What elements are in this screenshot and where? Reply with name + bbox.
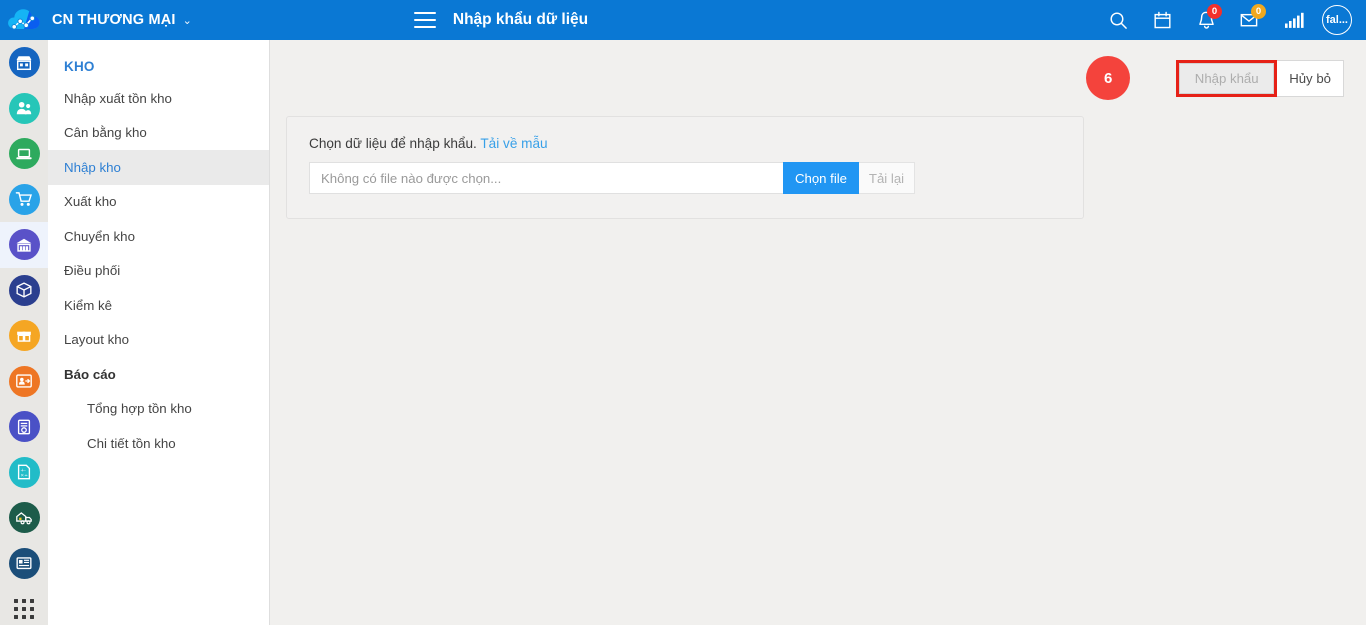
- card-instruction: Chọn dữ liệu để nhập khẩu. Tải về mẫu: [309, 136, 1061, 151]
- news-report-icon: [8, 547, 40, 579]
- app-logo[interactable]: [0, 0, 48, 40]
- rail-item-delivery[interactable]: [0, 495, 48, 541]
- reload-button[interactable]: Tải lại: [859, 162, 915, 194]
- chevron-down-icon: ⌄: [182, 14, 192, 27]
- sidebar-item-nhap-xuat-ton-kho[interactable]: Nhập xuất tồn kho: [48, 81, 269, 116]
- avatar-label: fal...: [1325, 14, 1348, 26]
- sidebar-item-can-bang-kho[interactable]: Cân bằng kho: [48, 116, 269, 151]
- shopping-cart-icon: [8, 183, 40, 215]
- warehouse-icon: [8, 229, 40, 261]
- sidebar-item-chuyen-kho[interactable]: Chuyển kho: [48, 219, 269, 254]
- bell-icon[interactable]: 0: [1184, 0, 1228, 40]
- hamburger-line: [413, 12, 436, 14]
- rail-item-hr[interactable]: [0, 359, 48, 405]
- card-instruction-text: Chọn dữ liệu để nhập khẩu.: [309, 136, 477, 151]
- action-button-bar: 6 Nhập khẩu Hủy bỏ: [1086, 56, 1344, 100]
- sidebar-item-label: Cân bằng kho: [64, 125, 147, 141]
- sidebar-item-label: Chi tiết tồn kho: [87, 435, 176, 451]
- file-picker-row: Không có file nào được chọn... Chọn file…: [309, 162, 915, 194]
- rail-item-reports[interactable]: [0, 541, 48, 587]
- step-badge: 6: [1086, 56, 1131, 100]
- grid-dots-icon[interactable]: [0, 586, 48, 625]
- calculator-icon: +- ×÷: [8, 456, 40, 488]
- signal-bars-icon[interactable]: [1272, 0, 1316, 40]
- download-template-link[interactable]: Tải về mẫu: [480, 136, 547, 151]
- sidebar-item-label: Kiểm kê: [64, 297, 113, 313]
- laptop-icon: [8, 138, 40, 170]
- sidebar-item-kiem-ke[interactable]: Kiểm kê: [48, 288, 269, 323]
- sidebar-item-nhap-kho[interactable]: Nhập kho: [48, 150, 269, 185]
- rail-item-pos[interactable]: [0, 131, 48, 177]
- page-title: Nhập khẩu dữ liệu: [452, 11, 589, 28]
- main-content-area: 6 Nhập khẩu Hủy bỏ Chọn dữ liệu để nhập …: [270, 40, 1366, 625]
- box-icon: [8, 274, 40, 306]
- org-name-label: CN THƯƠNG MẠI: [52, 12, 176, 28]
- sidebar-item-label: Chuyển kho: [64, 228, 135, 244]
- rail-item-customers[interactable]: [0, 86, 48, 132]
- hamburger-line: [413, 26, 436, 28]
- rail-item-accounting[interactable]: +- ×÷: [0, 450, 48, 496]
- header-actions: 0 0 fal...: [1096, 0, 1366, 40]
- org-selector[interactable]: CN THƯƠNG MẠI ⌄: [48, 12, 192, 28]
- sidebar-item-label: Tổng hợp tồn kho: [87, 401, 192, 417]
- user-arrow-icon: [8, 365, 40, 397]
- document-clock-icon: [8, 411, 40, 443]
- envelope-badge-count: 0: [1251, 4, 1266, 19]
- package-open-icon: [8, 320, 40, 352]
- search-glyph: [1109, 11, 1127, 29]
- rail-item-products[interactable]: [0, 268, 48, 314]
- calendar-icon[interactable]: [1140, 0, 1184, 40]
- sidebar-item-label: Nhập kho: [64, 159, 121, 175]
- sidebar-section-bao-cao: Báo cáo: [48, 357, 269, 392]
- rail-item-documents[interactable]: [0, 404, 48, 450]
- hamburger-icon[interactable]: [413, 12, 436, 28]
- import-button-highlight: Nhập khẩu: [1176, 60, 1278, 97]
- grid-dots-glyph: [14, 598, 34, 619]
- people-icon: [8, 92, 40, 124]
- rail-item-warehouse[interactable]: [0, 222, 48, 268]
- import-button[interactable]: Nhập khẩu: [1179, 63, 1275, 94]
- import-file-card: Chọn dữ liệu để nhập khẩu. Tải về mẫu Kh…: [286, 116, 1084, 219]
- sidebar-item-dieu-phoi[interactable]: Điều phối: [48, 254, 269, 289]
- hamburger-line: [413, 19, 436, 21]
- sidebar-item-layout-kho[interactable]: Layout kho: [48, 323, 269, 358]
- sidebar-item-chi-tiet-ton-kho[interactable]: Chi tiết tồn kho: [48, 426, 269, 461]
- sidebar-item-label: Điều phối: [64, 263, 121, 279]
- module-icon-rail: +- ×÷: [0, 40, 48, 625]
- avatar[interactable]: fal...: [1322, 5, 1352, 35]
- svg-text:+-: +-: [20, 468, 26, 474]
- bell-badge-count: 0: [1207, 4, 1222, 19]
- cloud-network-logo-icon: [8, 9, 40, 30]
- choose-file-button[interactable]: Chọn file: [783, 162, 859, 194]
- calendar-glyph: [1153, 11, 1171, 28]
- cancel-button[interactable]: Hủy bỏ: [1277, 60, 1344, 97]
- rail-item-store[interactable]: [0, 40, 48, 86]
- left-submenu-panel: KHO Nhập xuất tồn kho Cân bằng kho Nhập …: [48, 40, 270, 625]
- delivery-truck-icon: [8, 502, 40, 534]
- sidebar-section-label: Báo cáo: [64, 366, 116, 382]
- sidebar-item-label: Xuất kho: [64, 194, 117, 210]
- rail-item-sales[interactable]: [0, 177, 48, 223]
- rail-item-inventory[interactable]: [0, 313, 48, 359]
- storefront-icon: [8, 47, 40, 79]
- search-icon[interactable]: [1096, 0, 1140, 40]
- envelope-icon[interactable]: 0: [1228, 0, 1272, 40]
- top-header-bar: CN THƯƠNG MẠI ⌄ Nhập khẩu dữ liệu 0 0 fa…: [0, 0, 1366, 40]
- sidebar-item-tong-hop-ton-kho[interactable]: Tổng hợp tồn kho: [48, 392, 269, 427]
- sidebar-item-xuat-kho[interactable]: Xuất kho: [48, 185, 269, 220]
- sidebar-item-label: Layout kho: [64, 332, 130, 348]
- sidebar-item-label: Nhập xuất tồn kho: [64, 90, 172, 106]
- selected-file-name[interactable]: Không có file nào được chọn...: [309, 162, 783, 194]
- submenu-title: KHO: [64, 59, 95, 74]
- svg-text:×÷: ×÷: [20, 473, 28, 479]
- signal-bars-glyph: [1284, 12, 1304, 28]
